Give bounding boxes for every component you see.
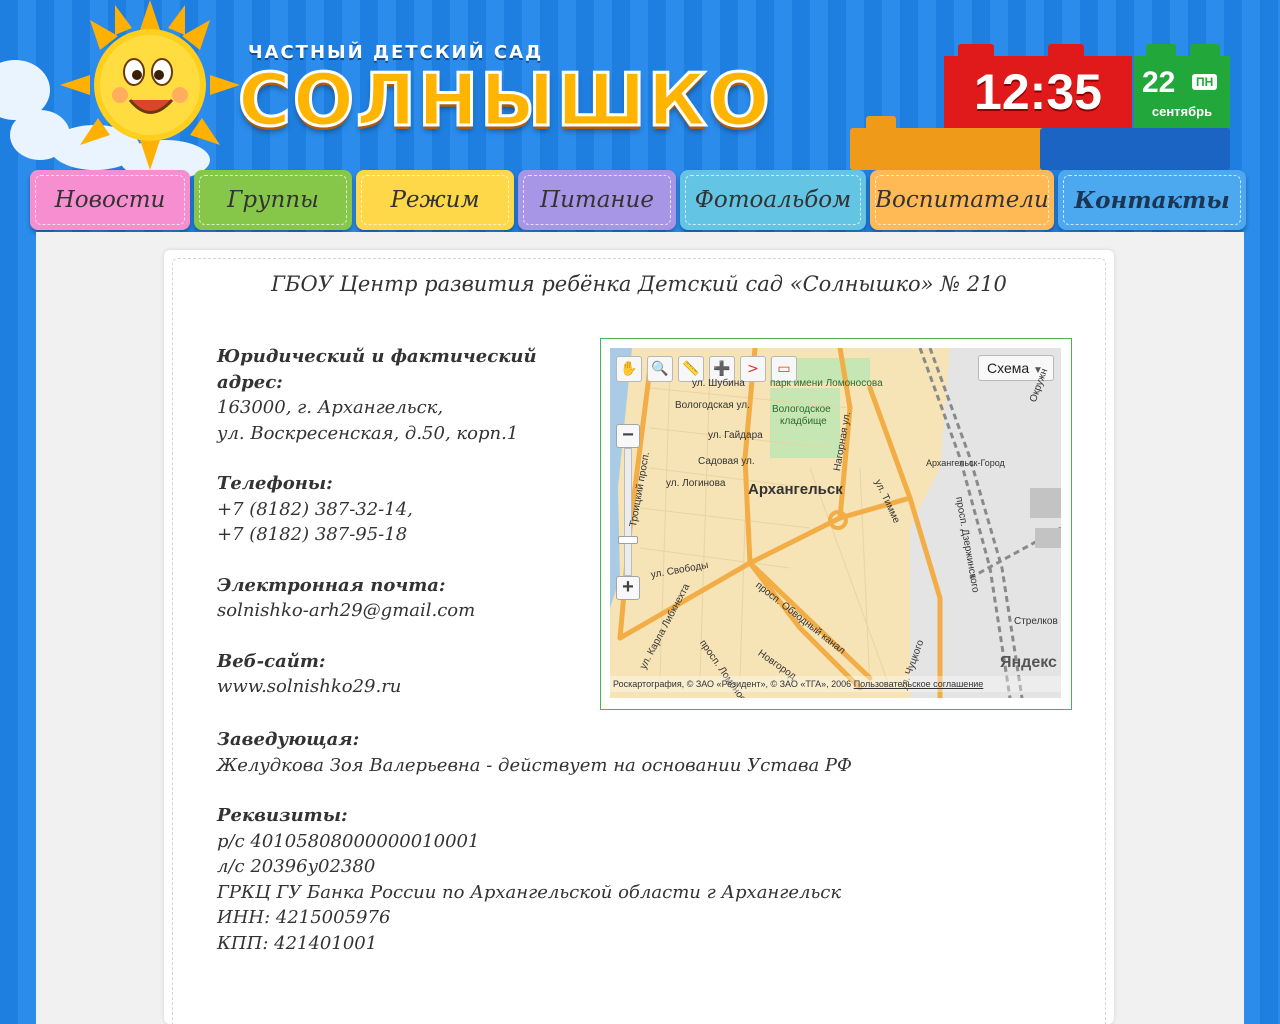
phones-label: Телефоны: <box>217 473 333 494</box>
nav-item-label: Группы <box>227 187 319 213</box>
map-label: парк имени Ломоносова <box>770 378 883 389</box>
yandex-logo[interactable]: Яндекс <box>1000 654 1057 672</box>
nav-item-label: Питание <box>540 187 654 213</box>
map-city-label: Архангельск <box>748 481 843 498</box>
lego-knob <box>958 44 994 56</box>
clock-day: 22 <box>1142 66 1176 99</box>
nav-item-food[interactable]: Питание <box>518 170 676 230</box>
magnifier-icon[interactable]: 🔍 <box>647 356 673 382</box>
map-copyright-text: Роскартография, © ЗАО «Резидент», © ЗАО … <box>613 679 852 689</box>
zoom-out-button[interactable]: − <box>616 424 640 448</box>
requisite-account: р/с 40105808000000010001 <box>217 830 480 852</box>
address-line: ул. Воскресенская, д.50, корп.1 <box>217 422 519 444</box>
organization-info: Заведующая: Желудкова Зоя Валерьевна - д… <box>217 727 1017 981</box>
phone-number: +7 (8182) 387-32-14, <box>217 498 413 520</box>
nav-item-label: Воспитатели <box>875 187 1049 213</box>
clock-weekday: ПН <box>1192 74 1218 90</box>
requisites-label: Реквизиты: <box>217 805 348 826</box>
requisite-bank: ГРКЦ ГУ Банка России по Архангельской об… <box>217 881 842 903</box>
map-terms-link[interactable]: Пользовательское соглашение <box>854 679 984 689</box>
map-label: кладбище <box>780 416 827 427</box>
nav-item-contacts[interactable]: Контакты <box>1058 170 1246 230</box>
map-label: ул. Гайдара <box>708 430 763 441</box>
nav-item-label: Новости <box>54 187 166 213</box>
email-link[interactable]: solnishko-arh29@gmail.com <box>217 598 597 624</box>
lego-knob <box>1146 44 1176 56</box>
head-block: Заведующая: Желудкова Зоя Валерьевна - д… <box>217 727 1017 778</box>
address-label: Юридический и фактический адрес: <box>217 346 537 393</box>
sun-icon <box>60 0 240 170</box>
nav-item-schedule[interactable]: Режим <box>356 170 514 230</box>
zoom-slider-handle[interactable] <box>618 536 638 544</box>
email-label: Электронная почта: <box>217 574 446 596</box>
address-line: 163000, г. Архангельск, <box>217 397 444 418</box>
website-link[interactable]: www.solnishko29.ru <box>217 674 597 700</box>
contact-info: Юридический и фактический адрес: 163000,… <box>217 344 597 725</box>
nav-item-news[interactable]: Новости <box>30 170 190 230</box>
lego-knob <box>866 116 896 128</box>
nav-item-groups[interactable]: Группы <box>194 170 352 230</box>
website-label: Веб-сайт: <box>217 650 326 672</box>
address-block: Юридический и фактический адрес: 163000,… <box>217 344 597 446</box>
map-type-label: Схема <box>987 360 1030 376</box>
phones-block: Телефоны: +7 (8182) 387-32-14, +7 (8182)… <box>217 471 597 548</box>
requisite-personal-account: л/с 20396у02380 <box>217 856 376 877</box>
clock-date: 22 ПН сентябрь <box>1134 56 1230 128</box>
email-block: Электронная почта: solnishko-arh29@gmail… <box>217 573 597 624</box>
lego-knob <box>1048 44 1084 56</box>
page-title: ГБОУ Центр развития ребёнка Детский сад … <box>271 272 1007 296</box>
nav-item-label: Режим <box>390 187 480 213</box>
hand-icon[interactable]: ✋ <box>616 356 642 382</box>
sun-mascot-logo[interactable] <box>60 0 240 170</box>
requisites-block: Реквизиты: р/с 40105808000000010001 л/с … <box>217 803 1017 956</box>
lego-block-orange <box>850 128 1050 170</box>
lego-block-blue <box>1040 128 1230 170</box>
nav-item-label: Фотоальбом <box>694 187 852 213</box>
clock-month: сентябрь <box>1151 104 1213 119</box>
nav-item-teachers[interactable]: Воспитатели <box>870 170 1054 230</box>
header: Частный детский сад Солнышко 12:35 22 ПН… <box>0 0 1280 180</box>
map-label: ул. Шубина <box>692 378 745 389</box>
clock-time: 12:35 <box>944 56 1132 128</box>
phone-number: +7 (8182) 387-95-18 <box>217 524 408 545</box>
zoom-in-button[interactable]: + <box>616 576 640 600</box>
lego-knob <box>1190 44 1220 56</box>
map-label: Вологодское <box>772 404 831 415</box>
map-label: Садовая ул. <box>698 456 755 467</box>
requisite-kpp: КПП: 421401001 <box>217 932 378 954</box>
nav-item-photoalbum[interactable]: Фотоальбом <box>680 170 866 230</box>
head-name: Желудкова Зоя Валерьевна - действует на … <box>217 754 852 776</box>
nav-item-label: Контакты <box>1074 186 1230 214</box>
brand-title[interactable]: Солнышко <box>237 57 772 144</box>
map-label: ул. Логинова <box>666 478 726 489</box>
map-label: Архангельск-Город <box>926 458 1005 468</box>
head-label: Заведующая: <box>217 729 360 750</box>
map-copyright: Роскартография, © ЗАО «Резидент», © ЗАО … <box>610 676 1061 692</box>
map-label: Стрелков <box>1014 616 1058 627</box>
requisite-inn: ИНН: 4215005976 <box>217 907 391 928</box>
map-label: Вологодская ул. <box>675 400 750 411</box>
yandex-map[interactable]: ✋ 🔍 📏 ➕ > ▭ Схема ▼ − + парк имени Ломон… <box>610 348 1061 698</box>
website-block: Веб-сайт: www.solnishko29.ru <box>217 649 597 700</box>
main-nav: Новости Группы Режим Питание Фотоальбом … <box>30 170 1250 232</box>
